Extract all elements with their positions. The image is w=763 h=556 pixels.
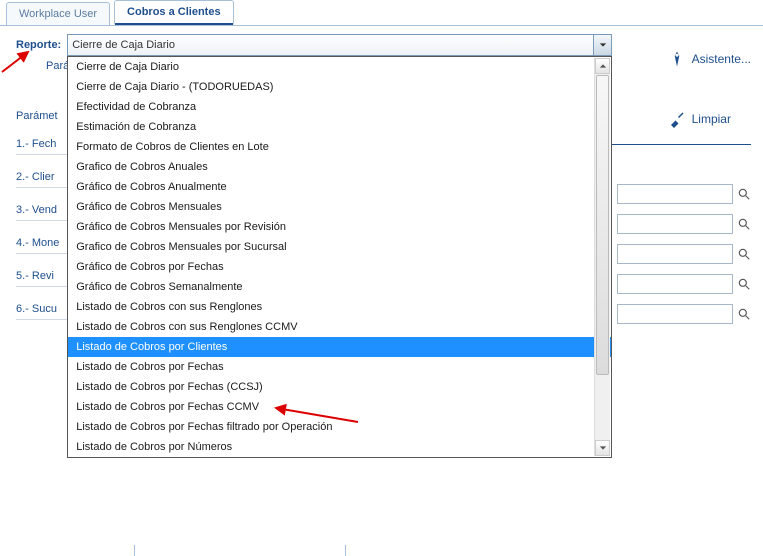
search-input[interactable] bbox=[617, 214, 733, 234]
search-field-row bbox=[617, 214, 751, 234]
dropdown-item[interactable]: Cierre de Caja Diario - (TODORUEDAS) bbox=[68, 77, 611, 97]
broom-icon bbox=[668, 110, 686, 128]
scrollbar[interactable] bbox=[594, 58, 610, 456]
asistente-label: Asistente... bbox=[692, 52, 751, 66]
dropdown-item[interactable]: Gráfico de Cobros Anualmente bbox=[68, 177, 611, 197]
dropdown-arrow-icon[interactable] bbox=[593, 35, 611, 55]
report-select-value: Cierre de Caja Diario bbox=[72, 39, 175, 51]
search-field-row bbox=[617, 244, 751, 264]
tab-bar: Workplace User Cobros a Clientes bbox=[0, 0, 763, 26]
report-select[interactable]: Cierre de Caja Diario bbox=[67, 34, 612, 56]
search-icon[interactable] bbox=[737, 307, 751, 321]
search-icon[interactable] bbox=[737, 217, 751, 231]
dropdown-item[interactable]: Listado de Cobros con sus Renglones bbox=[68, 297, 611, 317]
search-icon[interactable] bbox=[737, 277, 751, 291]
search-input[interactable] bbox=[617, 304, 733, 324]
divider bbox=[134, 545, 135, 556]
limpiar-underline bbox=[601, 144, 751, 145]
scroll-down-icon[interactable] bbox=[595, 440, 610, 456]
wizard-icon bbox=[668, 50, 686, 68]
search-icon[interactable] bbox=[737, 187, 751, 201]
search-field-row bbox=[617, 304, 751, 324]
annotation-arrow-2 bbox=[270, 398, 360, 428]
dropdown-item[interactable]: Efectividad de Cobranza bbox=[68, 97, 611, 117]
dropdown-item[interactable]: Listado de Cobros por Números bbox=[68, 437, 611, 457]
dropdown-item[interactable]: Grafico de Cobros Mensuales por Sucursal bbox=[68, 237, 611, 257]
search-fields bbox=[617, 184, 751, 324]
search-field-row bbox=[617, 274, 751, 294]
limpiar-label: Limpiar bbox=[692, 112, 731, 126]
search-field-row bbox=[617, 184, 751, 204]
dropdown-item[interactable]: Gráfico de Cobros Mensuales por Revisión bbox=[68, 217, 611, 237]
dropdown-item[interactable]: Listado de Cobros por Fechas bbox=[68, 357, 611, 377]
scroll-up-icon[interactable] bbox=[595, 58, 610, 74]
tab-cobros[interactable]: Cobros a Clientes bbox=[114, 0, 234, 25]
tab-workplace[interactable]: Workplace User bbox=[6, 2, 110, 25]
dropdown-item[interactable]: Gráfico de Cobros por Fechas bbox=[68, 257, 611, 277]
limpiar-link[interactable]: Limpiar bbox=[668, 110, 731, 128]
search-input[interactable] bbox=[617, 184, 733, 204]
search-input[interactable] bbox=[617, 244, 733, 264]
scroll-thumb[interactable] bbox=[596, 75, 609, 375]
search-input[interactable] bbox=[617, 274, 733, 294]
asistente-link[interactable]: Asistente... bbox=[668, 50, 751, 68]
report-row: Reporte: Cierre de Caja Diario Cierre de… bbox=[0, 26, 763, 58]
params-title: Parámet bbox=[16, 110, 58, 122]
search-icon[interactable] bbox=[737, 247, 751, 261]
annotation-arrow-1 bbox=[0, 46, 36, 74]
dropdown-item[interactable]: Cierre de Caja Diario bbox=[68, 57, 611, 77]
dropdown-item[interactable]: Grafico de Cobros Anuales bbox=[68, 157, 611, 177]
dropdown-item[interactable]: Formato de Cobros de Clientes en Lote bbox=[68, 137, 611, 157]
side-actions: Asistente... Limpiar bbox=[668, 50, 751, 128]
dropdown-item[interactable]: Gráfico de Cobros Semanalmente bbox=[68, 277, 611, 297]
dropdown-item[interactable]: Estimación de Cobranza bbox=[68, 117, 611, 137]
dropdown-item[interactable]: Gráfico de Cobros Mensuales bbox=[68, 197, 611, 217]
dropdown-item[interactable]: Listado de Cobros por Clientes bbox=[68, 337, 611, 357]
dropdown-item[interactable]: Listado de Cobros por Fechas (CCSJ) bbox=[68, 377, 611, 397]
dropdown-item[interactable]: Listado de Cobros con sus Renglones CCMV bbox=[68, 317, 611, 337]
report-select-wrap: Cierre de Caja Diario Cierre de Caja Dia… bbox=[67, 34, 612, 56]
divider bbox=[345, 545, 346, 556]
